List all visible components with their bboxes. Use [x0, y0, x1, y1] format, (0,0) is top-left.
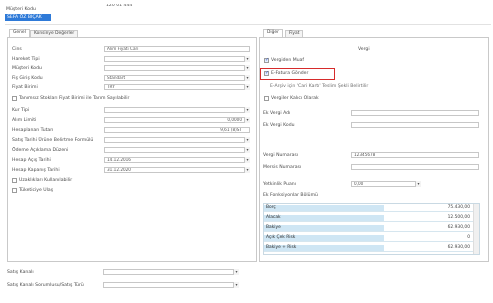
field-input[interactable]: [104, 65, 250, 71]
field-label: Alım Limiti: [12, 117, 37, 123]
chevron-down-icon[interactable]: ▾: [233, 269, 239, 275]
sales-channel-owner-label: Satış Kanalı Sorumlusu/Satış Türü: [7, 283, 84, 288]
balance-grid: Borç 75.430,00 Alacak 12.500,00 Bakiye 6…: [263, 203, 480, 255]
chevron-down-icon[interactable]: ▾: [244, 55, 250, 62]
table-row[interactable]: Bakiye + Risk 62.930,00: [264, 245, 473, 252]
table-row[interactable]: Alacak 12.500,00: [264, 215, 473, 222]
chevron-down-icon[interactable]: ▾: [233, 282, 239, 288]
chevron-down-icon[interactable]: ▾: [244, 65, 250, 71]
customer-code-value[interactable]: 120 01 444: [104, 4, 174, 10]
score-label: Yetkinlik Puanı: [263, 182, 296, 187]
score-field[interactable]: 0,00: [351, 181, 421, 187]
field-label: Müşteri Kodu: [12, 66, 42, 71]
customer-code-label: Müşteri Kodu: [6, 7, 36, 12]
untyped-stock-checkbox[interactable]: [12, 95, 17, 101]
field-input[interactable]: 9,61 (8)ST: [104, 126, 250, 133]
field-input[interactable]: [104, 136, 250, 143]
extra-tax-code-label: Ek Vergi Kodu: [263, 123, 295, 128]
row-name: Bakiye: [264, 225, 384, 231]
field-label: Hesaplanan Tutarı: [12, 127, 54, 133]
mersis-label: Mersis Numarası: [263, 165, 302, 170]
field-input[interactable]: [104, 106, 250, 113]
grid-scrollbar[interactable]: [473, 204, 479, 254]
row-value: 0: [467, 235, 470, 240]
tab-genel[interactable]: Genel: [9, 29, 30, 37]
field-label: Ödeme Açıklama Düzeni: [12, 147, 69, 153]
row-name: Borç: [264, 205, 384, 211]
sales-channel-field[interactable]: [103, 269, 239, 275]
field-label: Fiyat Birimi: [12, 85, 38, 90]
tax-number-label: Vergi Numarası: [263, 153, 299, 158]
chevron-down-icon[interactable]: ▾: [244, 74, 250, 81]
sales-channel-label: Satış Kanalı: [7, 270, 34, 275]
field-input[interactable]: 31.12.2020: [104, 166, 250, 173]
chevron-down-icon[interactable]: ▾: [244, 156, 250, 163]
earsiv-info-text: E-Arşiv için 'Cari Kartı' Teslim Şekli B…: [270, 84, 369, 89]
chevron-down-icon[interactable]: ▾: [244, 166, 250, 173]
tevkifat-label: Vergiden Muaf: [271, 58, 305, 63]
tax-number-field[interactable]: 12345678: [351, 152, 479, 158]
customer-name-selected[interactable]: SEFA ÖZ BIÇAK: [5, 14, 51, 21]
chevron-down-icon[interactable]: ▾: [244, 84, 250, 90]
untyped-stock-label: Tanımsız Stokları Fiyat Birimi ile Tarım…: [19, 95, 130, 101]
table-row[interactable]: Açık Çek Risk 0: [264, 235, 473, 242]
extra-tax-code-field[interactable]: [351, 122, 479, 128]
field-input[interactable]: [104, 146, 250, 153]
extra-tax-name-field[interactable]: [351, 110, 479, 116]
field-input[interactable]: 0,0000: [104, 116, 250, 123]
table-row[interactable]: Bakiye 62.930,00: [264, 225, 473, 232]
field-label: Cins: [12, 47, 22, 52]
option-checkbox-label: Tüketiciye Ulaş: [19, 187, 54, 193]
field-label: Hareket Tipi: [12, 56, 40, 62]
field-input[interactable]: Alım Fiyatı Cari: [104, 46, 250, 52]
row-name: Alacak: [264, 215, 384, 221]
header-divider: [5, 24, 491, 25]
field-label: Hesap Kapanış Tarihi: [12, 167, 60, 173]
manual-tax-label: Vergiler Kalıcı Olarak: [271, 96, 319, 101]
chevron-down-icon[interactable]: ▾: [244, 116, 250, 123]
row-value: 62.930,00: [447, 225, 470, 230]
tevkifat-checkbox[interactable]: [264, 57, 269, 63]
chevron-down-icon[interactable]: ▾: [244, 146, 250, 153]
efatura-checkbox[interactable]: [264, 70, 269, 76]
option-checkbox[interactable]: [12, 177, 17, 183]
grid-caption: Ek Fonksiyonlar Bölümü: [263, 193, 318, 198]
chevron-down-icon[interactable]: ▾: [244, 136, 250, 143]
field-label: Satış Tarihi Ürüne Belirtme Formülü: [12, 137, 94, 143]
row-name: Açık Çek Risk: [264, 235, 384, 241]
chevron-down-icon[interactable]: ▾: [244, 106, 250, 113]
efatura-label: E-Fatura Gönder: [271, 71, 309, 76]
extra-tax-name-label: Ek Vergi Adı: [263, 111, 291, 116]
option-checkbox-label: Uzaklıkları Kullanılabilir: [19, 177, 73, 183]
sales-channel-owner-field[interactable]: [103, 282, 239, 288]
field-input[interactable]: Standart: [104, 74, 250, 81]
field-label: Kur Tipi: [12, 107, 30, 113]
table-row[interactable]: Borç 75.430,00: [264, 205, 473, 212]
mersis-field[interactable]: [351, 164, 479, 170]
field-input[interactable]: TRY: [104, 84, 250, 90]
option-checkbox[interactable]: [12, 187, 17, 193]
row-value: 62.930,00: [447, 245, 470, 250]
row-value: 12.500,00: [447, 215, 470, 220]
field-label: Hesap Açış Tarihi: [12, 157, 51, 163]
row-value: 75.430,00: [447, 205, 470, 210]
tab-diger[interactable]: Diğer: [263, 29, 283, 37]
tab-fiyat[interactable]: Fiyat: [285, 30, 304, 37]
field-input[interactable]: [104, 55, 250, 62]
row-name: Bakiye + Risk: [264, 245, 384, 251]
chevron-down-icon[interactable]: ▾: [415, 181, 421, 187]
manual-tax-checkbox[interactable]: [264, 96, 269, 101]
field-input[interactable]: 14.12.2016: [104, 156, 250, 163]
tax-section-title: Vergi: [358, 47, 370, 52]
tab-konsinye[interactable]: Konsinye Değerler: [30, 30, 79, 37]
field-label: Fiş Giriş Kodu: [12, 75, 43, 81]
